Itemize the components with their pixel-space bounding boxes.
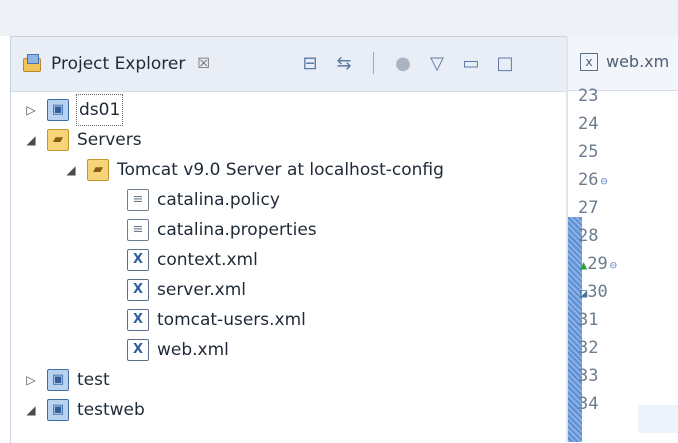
tab-web-xml[interactable]: x web.xm [580,52,669,71]
maximize-icon[interactable]: □ [494,52,516,74]
collapse-all-icon[interactable]: ⊟ [299,52,321,74]
link-with-editor-icon[interactable]: ⇆ [333,52,355,74]
tree-item-test[interactable]: ▷ ▣ test [23,365,110,395]
xml-file-icon: x [580,52,598,71]
line-number-gutter: 23 24 25 26 ⊖ 27 28 ▲29 ⊖ ◪30 31 32 33 34 [568,86,632,442]
tree-item-server-xml[interactable]: X server.xml [103,275,246,305]
xml-file-icon: X [127,249,149,271]
tree-item-context-xml[interactable]: X context.xml [103,245,258,275]
expanded-toggle-icon[interactable]: ◢ [23,395,39,425]
fold-collapse-icon[interactable]: ⊖ [610,258,617,272]
project-icon: ▣ [47,99,69,121]
tree-item-ds01[interactable]: ▷ ▣ ds01 [23,94,124,126]
close-tab-icon[interactable]: ☒ [197,56,210,72]
tree-item-label: context.xml [157,250,258,270]
project-explorer-panel: Project Explorer ☒ ⊟ ⇆ ● ▽ ▭ □ ▷ ▣ ds01 … [10,36,567,443]
tree-item-label: tomcat-users.xml [157,310,306,330]
project-icon: ▣ [47,369,69,391]
collapsed-toggle-icon[interactable]: ▷ [23,365,39,395]
xml-file-icon: X [127,339,149,361]
collapsed-toggle-icon[interactable]: ▷ [23,95,39,125]
tree-item-web-xml[interactable]: X web.xml [103,335,229,365]
project-explorer-tabbar: Project Explorer ☒ ⊟ ⇆ ● ▽ ▭ □ [11,37,567,92]
line-number: 27 [578,198,599,218]
line-number: 24 [578,114,599,134]
tree-item-label: testweb [77,400,145,420]
tree-item-testweb[interactable]: ◢ ▣ testweb [23,395,145,425]
fold-collapse-icon[interactable]: ⊖ [600,174,607,188]
expanded-toggle-icon[interactable]: ◢ [63,155,79,185]
view-menu-icon[interactable]: ▽ [426,52,448,74]
focus-icon[interactable]: ● [392,52,414,74]
tree-item-label: catalina.properties [157,220,317,240]
line-number: 26 ⊖ [578,170,608,190]
xml-file-icon: X [127,279,149,301]
tree-item-label: test [77,370,110,390]
tree-item-catalina-policy[interactable]: ≡ catalina.policy [103,185,280,215]
minimize-icon[interactable]: ▭ [460,52,482,74]
workbench-top-bar [0,0,678,36]
tree-item-tomcat-config[interactable]: ◢ ▰ Tomcat v9.0 Server at localhost-conf… [63,155,444,185]
tree-item-servers[interactable]: ◢ ▰ Servers [23,125,142,155]
tab-label: Project Explorer [51,54,186,74]
file-icon: ≡ [127,189,149,211]
explorer-toolbar: ⊟ ⇆ ● ▽ ▭ □ [299,49,516,77]
expanded-toggle-icon[interactable]: ◢ [23,125,39,155]
tree-item-label: catalina.policy [157,190,280,210]
line-number: 34 [578,394,599,414]
project-tree: ▷ ▣ ds01 ◢ ▰ Servers ◢ ▰ Tomcat v9.0 Ser… [11,94,567,443]
editor-tabbar: x web.xm [568,36,678,91]
tree-item-catalina-properties[interactable]: ≡ catalina.properties [103,215,317,245]
project-icon: ▣ [47,399,69,421]
tree-item-label: Servers [77,130,142,150]
tab-project-explorer[interactable]: Project Explorer ☒ [11,47,245,81]
line-number: 31 [578,310,599,330]
editor-tab-label: web.xm [606,52,670,71]
tree-item-label: server.xml [157,280,247,300]
open-folder-icon: ▰ [87,159,109,181]
xml-file-icon: X [127,309,149,331]
line-number: 28 [578,226,599,246]
folder-icon: ▰ [47,129,69,151]
line-number: 32 [578,338,599,358]
tree-item-label: ds01 [75,94,124,126]
line-number: 25 [578,142,599,162]
line-number: ▲29 ⊖ [580,254,617,274]
project-explorer-icon [23,54,43,74]
line-number: 33 [578,366,599,386]
toolbar-separator [373,52,374,74]
file-icon: ≡ [127,219,149,241]
line-number: ◪30 [580,282,608,302]
tree-item-label: Tomcat v9.0 Server at localhost-config [117,160,444,180]
editor-area: x web.xm 23 24 25 26 ⊖ 27 28 ▲29 ⊖ ◪30 31 … [568,36,678,442]
tree-item-tomcat-users-xml[interactable]: X tomcat-users.xml [103,305,306,335]
line-number: 23 [578,86,599,106]
current-line-highlight [638,405,678,433]
tree-item-label: web.xml [157,340,229,360]
